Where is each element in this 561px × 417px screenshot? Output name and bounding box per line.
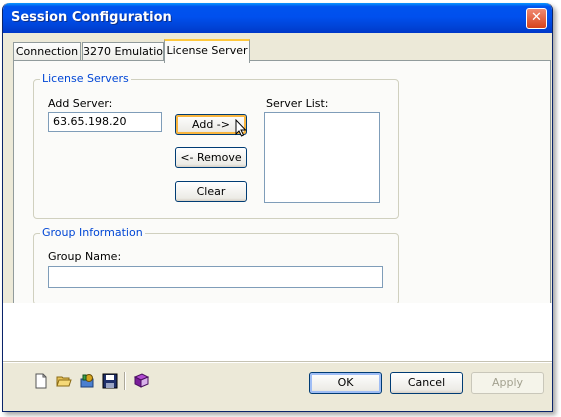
group-information-group-label: Group Information — [40, 226, 145, 239]
tab-connection[interactable]: Connection — [13, 42, 81, 61]
server-list[interactable] — [264, 112, 380, 203]
close-button[interactable]: ✕ — [526, 8, 547, 29]
license-servers-group: License Servers Add Server: 63.65.198.20… — [33, 72, 399, 219]
save-icon[interactable] — [102, 373, 118, 389]
new-document-icon[interactable] — [33, 373, 49, 389]
window-title: Session Configuration — [11, 10, 172, 25]
group-name-input[interactable] — [48, 266, 383, 288]
footer-separator — [3, 361, 552, 362]
mouse-pointer-icon — [235, 119, 247, 137]
session-configuration-window: Session Configuration ✕ Connection 3270 … — [2, 3, 553, 412]
book-icon[interactable] — [133, 373, 150, 389]
server-list-label: Server List: — [266, 97, 329, 110]
open-folder-icon[interactable] — [56, 373, 72, 389]
add-server-label: Add Server: — [48, 97, 113, 110]
add-server-input[interactable]: 63.65.198.20 — [48, 112, 162, 132]
tab-license-server[interactable]: License Server — [164, 39, 250, 63]
cancel-button[interactable]: Cancel — [390, 372, 463, 394]
tab-3270-emulation[interactable]: 3270 Emulation — [82, 42, 170, 61]
toolbar-separator — [124, 372, 126, 390]
settings-icon[interactable] — [79, 373, 95, 389]
group-name-label: Group Name: — [48, 250, 122, 263]
clear-button[interactable]: Clear — [175, 181, 247, 202]
apply-button[interactable]: Apply — [471, 372, 544, 394]
license-servers-group-label: License Servers — [40, 72, 131, 85]
ok-button[interactable]: OK — [309, 372, 382, 394]
torn-edge-overlay — [3, 303, 552, 363]
remove-button[interactable]: <- Remove — [175, 147, 247, 168]
title-bar[interactable]: Session Configuration ✕ — [3, 3, 552, 33]
group-information-group: Group Information Group Name: — [33, 226, 399, 305]
